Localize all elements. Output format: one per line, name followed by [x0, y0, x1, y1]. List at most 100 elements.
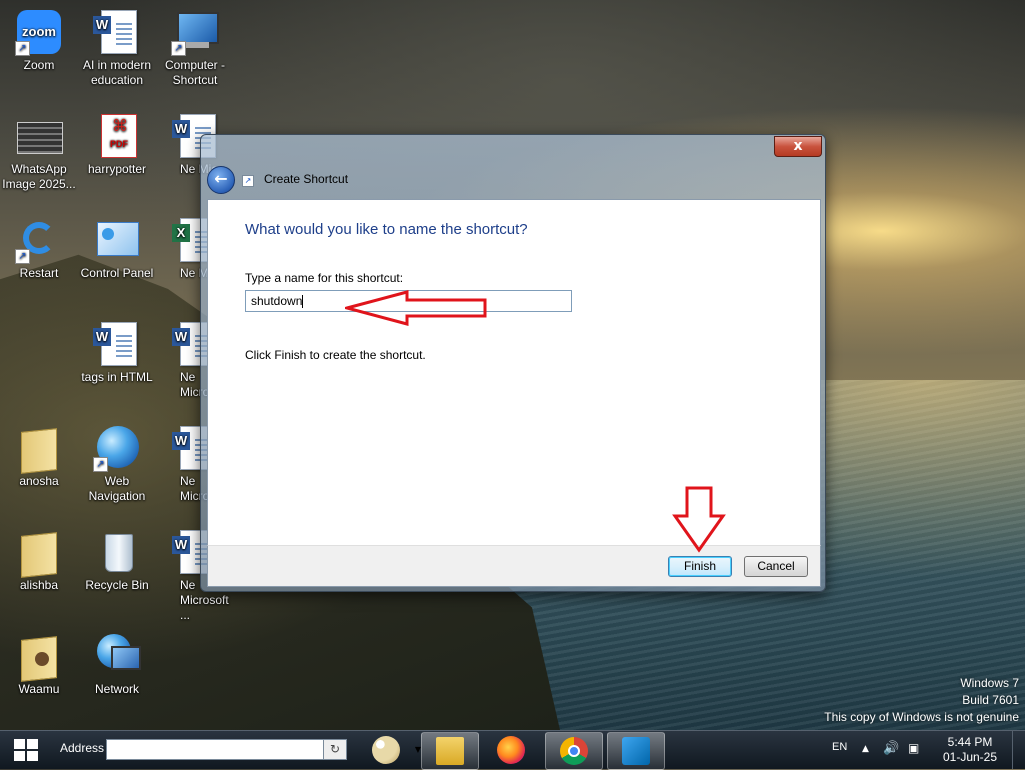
image-thumbnail-icon [15, 112, 63, 160]
word-badge: W [93, 16, 111, 34]
desktop-icon-anosha[interactable]: anosha [0, 418, 78, 489]
pdf-badge: PDF [110, 139, 128, 149]
shortcut-arrow-icon: ↗ [93, 457, 108, 472]
network-icon [93, 632, 141, 680]
word-badge: W [172, 536, 190, 554]
shortcut-arrow-icon: ↗ [171, 41, 186, 56]
vscode-icon [622, 737, 650, 765]
taskbar-file-explorer[interactable] [421, 732, 479, 770]
shortcut-icon: ↗ [242, 175, 254, 187]
chrome-icon [560, 737, 588, 765]
dialog-title: Create Shortcut [264, 172, 349, 186]
desktop-icon-harrypotter[interactable]: PDF ⌘ harrypotter [78, 106, 156, 177]
desktop-icon-ai-in-modern-education[interactable]: W AI in modern education [78, 2, 156, 88]
excel-badge: X [172, 224, 190, 242]
desktop-icon-whatsapp-image[interactable]: WhatsApp Image 2025... [0, 106, 78, 192]
restart-icon: ↗ [15, 216, 63, 264]
word-badge: W [172, 120, 190, 138]
desktop-icon-label: Computer - Shortcut [164, 58, 226, 87]
firefox-icon [497, 736, 525, 764]
desktop-icon-label: AI in modern education [82, 58, 152, 87]
paint-icon [372, 736, 400, 764]
volume-icon[interactable]: 🔊 [883, 741, 899, 756]
shortcut-name-label: Type a name for this shortcut: [245, 271, 404, 285]
pdf-icon: PDF ⌘ [93, 112, 141, 160]
word-document-icon: W [93, 320, 141, 368]
desktop-icon-web-navigation[interactable]: ↗ Web Navigation [78, 418, 156, 504]
clock-time: 5:44 PM [947, 735, 993, 749]
word-badge: W [172, 432, 190, 450]
dialog-content: What would you like to name the shortcut… [207, 199, 821, 547]
taskbar-firefox[interactable] [483, 732, 539, 768]
desktop-icon-alishba[interactable]: alishba [0, 522, 78, 593]
close-button[interactable]: x [774, 136, 822, 157]
annotation-arrow-down [672, 486, 726, 553]
create-shortcut-dialog: x ← ↗ Create Shortcut What would you lik… [200, 134, 826, 592]
user-folder-icon [15, 632, 63, 682]
back-arrow-icon: ← [214, 169, 228, 188]
clock-date: 01-Jun-25 [942, 750, 998, 764]
folder-icon [15, 528, 63, 578]
system-clock[interactable]: 5:44 PM 01-Jun-25 [940, 735, 1000, 765]
desktop-icon-label: Zoom [23, 58, 55, 72]
desktop-icon-control-panel[interactable]: Control Panel [78, 210, 156, 281]
watermark-line: This copy of Windows is not genuine [824, 710, 1019, 724]
windows-logo-tile [14, 739, 25, 749]
desktop-icon-label: Web Navigation [88, 474, 146, 503]
finish-hint-text: Click Finish to create the shortcut. [245, 348, 426, 362]
zoom-icon: zoom ↗ [15, 8, 63, 56]
taskbar-paint[interactable] [358, 732, 414, 768]
finish-button[interactable]: Finish [668, 556, 732, 577]
windows-logo-tile [27, 739, 38, 749]
desktop-icon-waamu[interactable]: Waamu [0, 626, 78, 697]
desktop-icon-restart[interactable]: ↗ Restart [0, 210, 78, 281]
word-badge: W [172, 328, 190, 346]
shortcut-arrow-icon: ↗ [15, 41, 30, 56]
desktop-icon-label: Restart [19, 266, 59, 280]
windows-logo-tile [27, 751, 38, 761]
shortcut-arrow-icon: ↗ [15, 249, 30, 264]
computer-icon: ↗ [171, 8, 219, 56]
address-label: Address [60, 741, 105, 755]
globe-icon: ↗ [93, 424, 141, 472]
desktop-icon-label: harrypotter [87, 162, 147, 176]
desktop-icon-network[interactable]: Network [78, 626, 156, 697]
dialog-header: ← ↗ Create Shortcut [201, 163, 825, 197]
desktop-icon-recycle-bin[interactable]: Recycle Bin [78, 522, 156, 593]
control-panel-icon [93, 216, 141, 264]
file-explorer-icon [436, 737, 464, 765]
annotation-arrow-left [345, 290, 487, 326]
text-cursor [302, 295, 304, 309]
desktop-icon-label: Recycle Bin [85, 578, 149, 592]
word-document-icon: W [93, 8, 141, 56]
refresh-icon[interactable]: ↻ [323, 739, 347, 760]
watermark-line: Windows 7 [960, 676, 1019, 690]
taskbar-vscode[interactable] [607, 732, 665, 770]
windows-logo-tile [14, 751, 25, 761]
desktop-icon-label: Network [94, 682, 139, 696]
recycle-bin-icon [93, 528, 141, 576]
taskbar: Address ▼ ↻ EN ▲ 🔊 ▣ 5:44 PM 01-Jun-25 [0, 730, 1025, 770]
word-badge: W [93, 328, 111, 346]
desktop-icon-label: Waamu [18, 682, 60, 696]
desktop-icon-label: anosha [19, 474, 59, 488]
show-hidden-icons-icon[interactable]: ▲ [862, 744, 869, 754]
cancel-button[interactable]: Cancel [744, 556, 808, 577]
folder-icon [15, 424, 63, 474]
start-button[interactable] [14, 739, 38, 761]
shortcut-name-value: shutdown [251, 294, 303, 308]
desktop-icon-computer-shortcut[interactable]: ↗ Computer - Shortcut [156, 2, 234, 88]
desktop-icon-zoom[interactable]: zoom ↗ Zoom [0, 2, 78, 73]
windows-genuine-watermark: Windows 7 Build 7601 This copy of Window… [824, 675, 1019, 726]
desktop-icon-label: WhatsApp Image 2025... [2, 162, 76, 191]
taskbar-chrome[interactable] [545, 732, 603, 770]
desktop-icon-label: alishba [19, 578, 59, 592]
address-input[interactable]: ▼ [106, 739, 421, 760]
back-button[interactable]: ← [207, 166, 235, 194]
language-indicator[interactable]: EN [832, 741, 847, 753]
dialog-footer: Finish Cancel [207, 545, 821, 587]
desktop-icon-label: tags in HTML [81, 370, 153, 384]
network-status-icon[interactable]: ▣ [908, 741, 919, 755]
show-desktop-button[interactable] [1012, 731, 1025, 769]
desktop-icon-tags-in-html[interactable]: W tags in HTML [78, 314, 156, 385]
